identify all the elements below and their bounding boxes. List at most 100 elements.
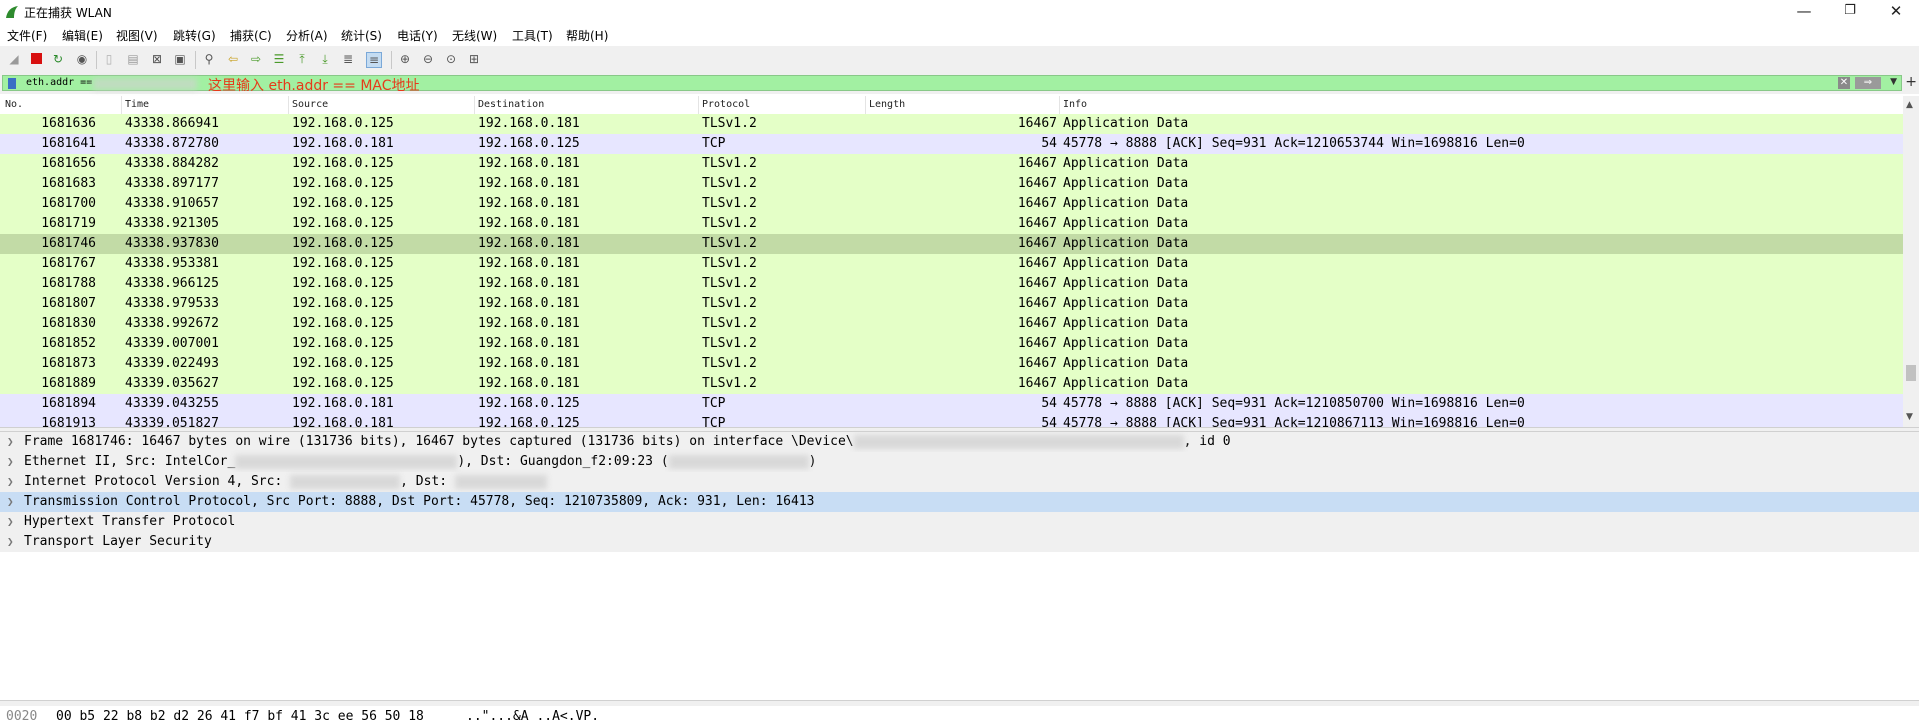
column-divider[interactable] — [288, 96, 289, 114]
packet-row[interactable]: 1681788 43338.966125 192.168.0.125 192.168.… — [0, 274, 1903, 294]
go-back-icon[interactable]: ⇦ — [226, 52, 240, 66]
close-button[interactable]: ✕ — [1873, 0, 1919, 24]
packet-row[interactable]: 1681636 43338.866941 192.168.0.125 192.168.… — [0, 114, 1903, 134]
find-packet-icon[interactable]: ⚲ — [202, 52, 216, 66]
column-length[interactable]: Length — [869, 99, 905, 110]
packet-row[interactable]: 1681873 43339.022493 192.168.0.125 192.168.… — [0, 354, 1903, 374]
column-divider[interactable] — [865, 96, 866, 114]
menu-go[interactable]: 跳转(G) — [173, 27, 216, 44]
packet-source: 192.168.0.125 — [292, 156, 394, 171]
menu-capture[interactable]: 捕获(C) — [230, 27, 272, 44]
column-info[interactable]: Info — [1063, 99, 1087, 110]
packet-row[interactable]: 1681656 43338.884282 192.168.0.125 192.168.… — [0, 154, 1903, 174]
scroll-down-icon[interactable]: ▼ — [1906, 412, 1913, 422]
detail-row-tcp[interactable]: ❯ Transmission Control Protocol, Src Por… — [0, 492, 1919, 512]
menu-tools[interactable]: 工具(T) — [512, 27, 553, 44]
toolbar-separator — [391, 51, 392, 69]
packet-row[interactable]: 1681830 43338.992672 192.168.0.125 192.168.… — [0, 314, 1903, 334]
packet-protocol: TLSv1.2 — [702, 296, 757, 311]
packet-length: 16467 — [1017, 116, 1057, 131]
packet-row[interactable]: 1681807 43338.979533 192.168.0.125 192.168.… — [0, 294, 1903, 314]
packet-row[interactable]: 1681641 43338.872780 192.168.0.181 192.168.… — [0, 134, 1903, 154]
packet-row[interactable]: 1681767 43338.953381 192.168.0.125 192.168.… — [0, 254, 1903, 274]
menu-view[interactable]: 视图(V) — [116, 27, 158, 44]
packet-row[interactable]: 1681889 43339.035627 192.168.0.125 192.168.… — [0, 374, 1903, 394]
colorize-icon[interactable]: ≡ — [366, 52, 382, 68]
expand-chevron-icon[interactable]: ❯ — [7, 492, 14, 512]
open-file-icon[interactable]: ▯ — [102, 52, 116, 66]
display-filter-input[interactable]: eth.addr == 这里输入 eth.addr == MAC地址 ✕ ⇒ ▼… — [2, 74, 1917, 94]
menu-help[interactable]: 帮助(H) — [566, 27, 608, 44]
menu-analyze[interactable]: 分析(A) — [286, 27, 328, 44]
column-divider[interactable] — [121, 96, 122, 114]
restart-capture-icon[interactable]: ↻ — [51, 52, 65, 66]
packet-protocol: TLSv1.2 — [702, 156, 757, 171]
packet-row[interactable]: 1681746 43338.937830 192.168.0.125 192.168.… — [0, 234, 1903, 254]
filter-history-dropdown-icon[interactable]: ▼ — [1890, 77, 1897, 87]
column-no[interactable]: No. — [5, 99, 23, 110]
column-source[interactable]: Source — [292, 99, 328, 110]
menu-statistics[interactable]: 统计(S) — [341, 27, 382, 44]
expand-chevron-icon[interactable]: ❯ — [7, 532, 14, 552]
menu-file[interactable]: 文件(F) — [7, 27, 47, 44]
start-capture-icon[interactable]: ◢ — [7, 52, 21, 66]
packet-length: 54 — [1041, 136, 1057, 151]
detail-row-ethernet[interactable]: ❯ Ethernet II, Src: IntelCor_), Dst: Gua… — [0, 452, 1919, 472]
expand-chevron-icon[interactable]: ❯ — [7, 432, 14, 452]
packet-row[interactable]: 1681719 43338.921305 192.168.0.125 192.168.… — [0, 214, 1903, 234]
expand-chevron-icon[interactable]: ❯ — [7, 472, 14, 492]
clear-filter-icon[interactable]: ✕ — [1838, 77, 1850, 89]
detail-row-tls[interactable]: ❯ Transport Layer Security — [0, 532, 1919, 552]
column-protocol[interactable]: Protocol — [702, 99, 750, 110]
scroll-up-icon[interactable]: ▲ — [1906, 100, 1913, 110]
detail-row-http[interactable]: ❯ Hypertext Transfer Protocol — [0, 512, 1919, 532]
packet-row[interactable]: 1681683 43338.897177 192.168.0.125 192.168.… — [0, 174, 1903, 194]
filter-bookmark-icon[interactable] — [8, 78, 16, 89]
close-file-icon[interactable]: ⊠ — [150, 52, 164, 66]
redacted-mac — [235, 454, 458, 469]
detail-row-ip[interactable]: ❯ Internet Protocol Version 4, Src: , Ds… — [0, 472, 1919, 492]
packet-row[interactable]: 1681700 43338.910657 192.168.0.125 192.168.… — [0, 194, 1903, 214]
packet-info: Application Data — [1063, 116, 1189, 131]
add-filter-button-icon[interactable]: + — [1905, 74, 1917, 90]
menu-wireless[interactable]: 无线(W) — [452, 27, 497, 44]
packet-row[interactable]: 1681894 43339.043255 192.168.0.181 192.168.… — [0, 394, 1903, 414]
save-file-icon[interactable]: ▤ — [126, 52, 140, 66]
column-time[interactable]: Time — [125, 99, 149, 110]
autoscroll-icon[interactable]: ≣ — [341, 52, 355, 66]
menu-telephony[interactable]: 电话(Y) — [397, 27, 438, 44]
packet-protocol: TLSv1.2 — [702, 236, 757, 251]
zoom-out-icon[interactable]: ⊖ — [421, 52, 435, 66]
packet-list[interactable]: 1681636 43338.866941 192.168.0.125 192.168.… — [0, 114, 1903, 427]
detail-row-frame[interactable]: ❯ Frame 1681746: 16467 bytes on wire (13… — [0, 432, 1919, 452]
column-divider[interactable] — [1059, 96, 1060, 114]
minimize-button[interactable]: — — [1781, 0, 1827, 24]
packet-details[interactable]: ❯ Frame 1681746: 16467 bytes on wire (13… — [0, 432, 1919, 700]
scrollbar-thumb[interactable] — [1906, 365, 1916, 381]
go-to-packet-icon[interactable]: ☰ — [272, 52, 286, 66]
expand-chevron-icon[interactable]: ❯ — [7, 512, 14, 532]
packet-row[interactable]: 1681852 43339.007001 192.168.0.125 192.168.… — [0, 334, 1903, 354]
restore-button[interactable]: ❐ — [1827, 0, 1873, 24]
resize-columns-icon[interactable]: ⊞ — [467, 52, 481, 66]
column-divider[interactable] — [474, 96, 475, 114]
column-destination[interactable]: Destination — [478, 99, 544, 110]
go-forward-icon[interactable]: ⇨ — [249, 52, 263, 66]
normal-size-icon[interactable]: ⊙ — [444, 52, 458, 66]
capture-options-icon[interactable]: ◉ — [75, 52, 89, 66]
stop-capture-icon[interactable] — [29, 52, 43, 66]
menu-edit[interactable]: 编辑(E) — [62, 27, 103, 44]
packet-destination: 192.168.0.181 — [478, 196, 580, 211]
packet-bytes[interactable]: 0020 00 b5 22 b8 b2 d2 26 41 f7 bf 41 3c… — [0, 706, 1919, 722]
packet-time: 43338.966125 — [125, 276, 219, 291]
last-packet-icon[interactable]: ⤓ — [318, 52, 332, 66]
first-packet-icon[interactable]: ⤒ — [295, 52, 309, 66]
column-divider[interactable] — [698, 96, 699, 114]
expand-chevron-icon[interactable]: ❯ — [7, 452, 14, 472]
zoom-in-icon[interactable]: ⊕ — [398, 52, 412, 66]
reload-file-icon[interactable]: ▣ — [173, 52, 187, 66]
apply-filter-icon[interactable]: ⇒ — [1855, 77, 1881, 89]
packet-row[interactable]: 1681913 43339.051827 192.168.0.181 192.168.… — [0, 414, 1903, 427]
packet-list-scrollbar[interactable]: ▲ ▼ — [1903, 96, 1919, 427]
packet-info: 45778 → 8888 [ACK] Seq=931 Ack=121086711… — [1063, 416, 1525, 427]
